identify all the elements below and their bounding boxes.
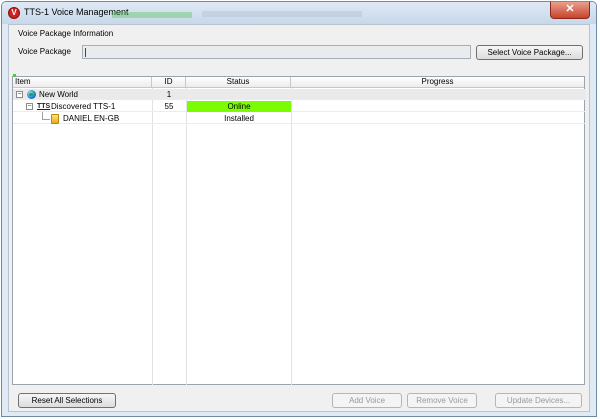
close-button[interactable]: ✕ [550,2,590,19]
update-devices-button[interactable]: Update Devices... [495,393,582,408]
table-row[interactable]: − TTS Discovered TTS-1 55 Online [13,101,586,112]
row-id: 1 [166,90,172,99]
column-header-status[interactable]: Status [186,77,291,88]
column-divider [152,88,153,385]
add-voice-button[interactable]: Add Voice [332,393,402,408]
column-header-progress[interactable]: Progress [291,77,584,88]
voice-package-label: Voice Package [18,47,71,56]
row-item-label: New World [39,90,78,99]
background-text-ghost [202,11,362,17]
select-voice-package-button[interactable]: Select Voice Package... [476,45,583,60]
tts-device-icon: TTS [37,103,51,110]
row-item-label: Discovered TTS-1 [51,102,116,111]
table-row[interactable]: − New World 1 [13,89,586,100]
voice-management-window: V TTS-1 Voice Management ✕ Voice Package… [1,1,597,417]
tree-connector [42,112,43,119]
table-row[interactable]: DANIEL EN-GB Installed [13,112,586,124]
row-item-label: DANIEL EN-GB [63,114,120,123]
voice-package-field[interactable] [82,45,471,59]
column-header-item[interactable]: Item [13,77,152,88]
row-status [187,89,291,100]
row-id [152,113,186,124]
row-status-online: Online [187,101,291,112]
column-divider [186,88,187,385]
collapse-toggle-icon[interactable]: − [26,103,33,110]
client-area: Voice Package Information Voice Package … [8,24,590,412]
column-divider [291,88,292,385]
title-bar[interactable]: V TTS-1 Voice Management ✕ [2,2,596,24]
voice-package-group-title: Voice Package Information [18,29,114,38]
row-id: 55 [164,102,174,111]
column-header-id[interactable]: ID [152,77,186,88]
collapse-toggle-icon[interactable]: − [16,91,23,98]
tree-connector [42,119,50,120]
remove-voice-button[interactable]: Remove Voice [407,393,477,408]
app-logo-icon: V [8,7,20,19]
row-status: Installed [224,114,254,123]
globe-icon [27,90,36,99]
reset-all-selections-button[interactable]: Reset All Selections [18,393,116,408]
voice-tree-grid[interactable]: Item ID Status Progress − New World 1 − … [12,74,586,385]
voice-file-icon [51,114,59,124]
background-progress-ghost [112,12,192,18]
